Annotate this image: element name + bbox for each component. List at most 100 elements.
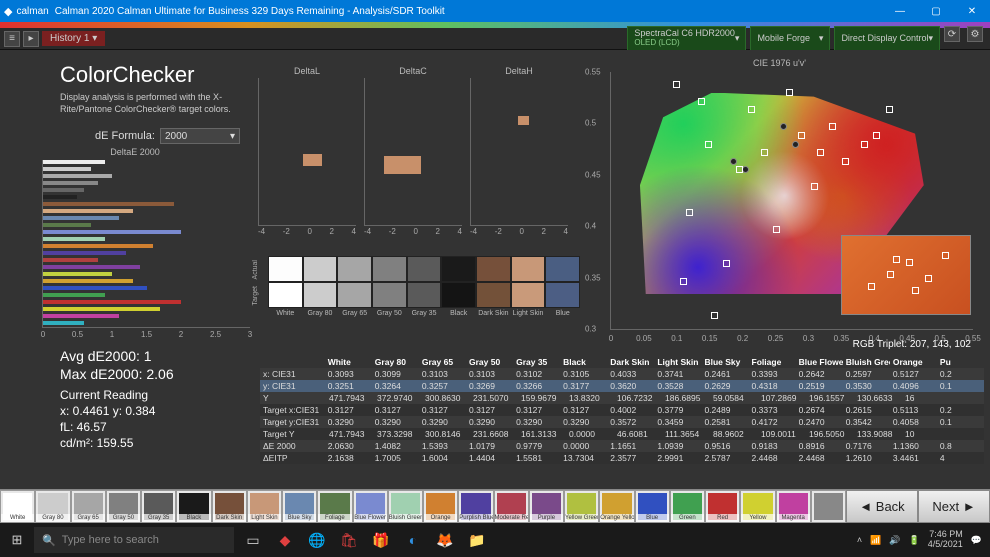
bar (43, 174, 112, 178)
bar (43, 321, 84, 325)
palette-swatch[interactable]: Orange (423, 490, 458, 523)
minimize-button[interactable]: — (882, 0, 918, 22)
volume-icon[interactable]: 🔊 (889, 535, 900, 546)
cie-point (761, 149, 768, 156)
cie-point (723, 260, 730, 267)
palette-swatch[interactable]: Magenta (776, 490, 811, 523)
data-table[interactable]: WhiteGray 80Gray 65Gray 50Gray 35BlackDa… (260, 356, 984, 485)
wifi-icon[interactable]: 📶 (870, 535, 881, 546)
cie-chart: CIE 1976 u'v' 0.550.50.450.40.350.300.05… (582, 58, 977, 348)
back-button[interactable]: ◄ Back (846, 490, 918, 523)
palette-swatch[interactable]: Blue Sky (282, 490, 317, 523)
cd-reading: cd/m²: 159.55 (60, 436, 174, 450)
settings-button[interactable]: ⚙ (967, 26, 983, 42)
start-button[interactable]: ⊞ (0, 523, 34, 557)
formula-select[interactable]: 2000▾ (160, 128, 240, 144)
palette-swatch[interactable]: Black (176, 490, 211, 523)
cie-point (886, 106, 893, 113)
swatch (441, 282, 476, 308)
app-icon-1[interactable]: 🎁 (366, 525, 396, 555)
table-row[interactable]: Y471.7943372.9740300.8630231.5070159.967… (260, 392, 984, 404)
cie-point (811, 183, 818, 190)
palette-swatch[interactable]: Gray 35 (141, 490, 176, 523)
actual-label: Actual (252, 260, 266, 279)
close-button[interactable]: ✕ (954, 0, 990, 22)
table-row[interactable]: Target Y471.7943373.3298300.8146231.6608… (260, 428, 984, 440)
palette-swatch[interactable]: Yellow (740, 490, 775, 523)
cie-point (817, 149, 824, 156)
menu-button[interactable]: ≡ (4, 31, 20, 47)
palette-swatch[interactable]: Purplish Blue (458, 490, 493, 523)
folder-icon[interactable]: 📁 (462, 525, 492, 555)
bar (43, 307, 160, 311)
brand-label: calman (16, 6, 48, 17)
swatch (407, 256, 442, 282)
bar (43, 202, 174, 206)
control-dropdown[interactable]: Direct Display Control▾ (834, 26, 940, 51)
table-row[interactable]: Target y:CIE310.32900.32900.32900.32900.… (260, 416, 984, 428)
palette-swatch[interactable]: Gray 50 (106, 490, 141, 523)
tray-chevron-icon[interactable]: ˄ (857, 535, 862, 545)
edge-icon[interactable]: 🌐 (302, 525, 332, 555)
palette-swatch[interactable]: Gray 65 (71, 490, 106, 523)
palette-swatch[interactable]: White (0, 490, 35, 523)
calman-task-icon[interactable]: ◆ (270, 525, 300, 555)
palette-swatch[interactable]: Bluish Green (388, 490, 423, 523)
palette-swatch[interactable]: Blue Flower (353, 490, 388, 523)
maximize-button[interactable]: ▢ (918, 0, 954, 22)
palette-swatch[interactable]: Purple (529, 490, 564, 523)
palette-swatch[interactable]: Dark Skin (212, 490, 247, 523)
table-row[interactable]: ΔE 20002.06301.40821.53931.01790.97790.0… (260, 440, 984, 452)
palette-swatch[interactable]: Red (705, 490, 740, 523)
app-icon-2[interactable]: ◐ (398, 525, 428, 555)
taskbar-search[interactable]: 🔍 Type here to search (34, 527, 234, 553)
swatch (372, 282, 407, 308)
table-row[interactable]: ΔEITP2.16381.70051.60041.44041.558113.73… (260, 452, 984, 464)
bottom-swatch-bar: WhiteGray 80Gray 65Gray 50Gray 35BlackDa… (0, 489, 990, 523)
task-view-icon[interactable]: ▭ (238, 525, 268, 555)
page-title: ColorChecker (60, 62, 195, 88)
swatch (511, 282, 546, 308)
palette-swatch[interactable]: Yellow Green (564, 490, 599, 523)
bar (43, 314, 119, 318)
palette-swatch[interactable]: Orange Yellow (599, 490, 634, 523)
bar (43, 244, 153, 248)
meter-dropdown[interactable]: SpectraCal C6 HDR2000OLED (LCD)▾ (627, 26, 746, 51)
refresh-button[interactable]: ⟳ (944, 26, 960, 42)
palette-swatch[interactable]: Gray 80 (35, 490, 70, 523)
table-row[interactable]: x: CIE310.30930.30990.31030.31030.31020.… (260, 368, 984, 380)
palette-swatch[interactable]: Green (670, 490, 705, 523)
delta-label: DeltaH (470, 66, 568, 76)
current-reading-label: Current Reading (60, 388, 174, 402)
firefox-icon[interactable]: 🦊 (430, 525, 460, 555)
swatch (372, 256, 407, 282)
bar (43, 167, 91, 171)
notifications-icon[interactable]: 💬 (971, 535, 982, 546)
history-dropdown[interactable]: History 1 ▾ (42, 31, 105, 46)
store-icon[interactable]: 🛍 (334, 525, 364, 555)
table-row[interactable]: y: CIE310.32510.32640.32570.32690.32660.… (260, 380, 984, 392)
palette-swatch[interactable]: Light Skin (247, 490, 282, 523)
source-dropdown[interactable]: Mobile Forge▾ (750, 26, 830, 51)
nav-button[interactable]: ▸ (23, 31, 39, 47)
search-icon: 🔍 (42, 534, 56, 547)
clock[interactable]: 7:46 PM 4/5/2021 (928, 530, 963, 550)
swatch (545, 256, 580, 282)
palette-swatch[interactable]: Blue (635, 490, 670, 523)
rgb-readout: RGB Triplet: 207, 143, 102 (853, 339, 971, 350)
search-placeholder: Type here to search (62, 534, 159, 546)
swatch (268, 256, 303, 282)
palette-swatch[interactable]: Moderate Red (494, 490, 529, 523)
window-titlebar: ◆ calman Calman 2020 Calman Ultimate for… (0, 0, 990, 22)
bar (43, 300, 181, 304)
bar (43, 293, 105, 297)
next-button[interactable]: Next ► (918, 490, 990, 523)
battery-icon[interactable]: 🔋 (909, 535, 920, 546)
bar (43, 223, 91, 227)
bar (43, 251, 126, 255)
swatch (337, 256, 372, 282)
swatch (441, 256, 476, 282)
bar (43, 279, 133, 283)
palette-swatch[interactable]: Foliage (317, 490, 352, 523)
table-row[interactable]: Target x:CIE310.31270.31270.31270.31270.… (260, 404, 984, 416)
